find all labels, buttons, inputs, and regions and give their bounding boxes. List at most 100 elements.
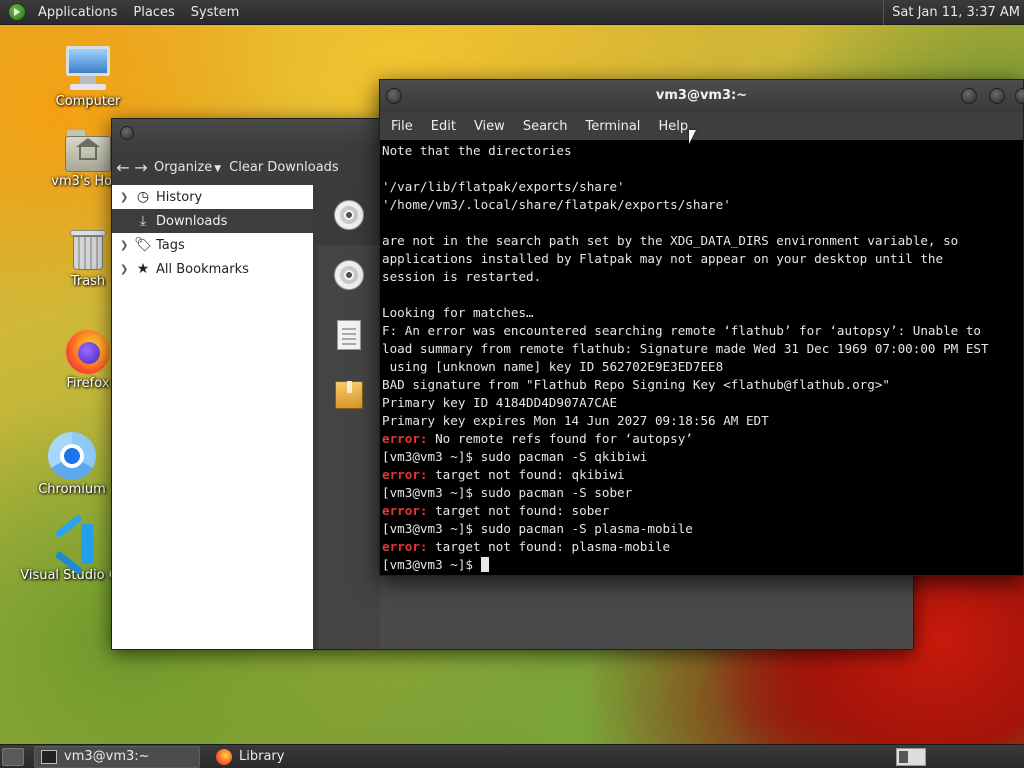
organize-button[interactable]: Organize ▼ bbox=[150, 160, 225, 175]
terminal-line: error: target not found: qkibiwi bbox=[382, 466, 1021, 484]
terminal-line: session is restarted. bbox=[382, 268, 1021, 286]
menu-search[interactable]: Search bbox=[514, 119, 577, 134]
package-icon bbox=[335, 381, 363, 409]
menu-file[interactable]: File bbox=[382, 119, 422, 134]
clear-downloads-button[interactable]: Clear Downloads bbox=[225, 160, 343, 175]
terminal-line-text: Primary key expires Mon 14 Jun 2027 09:1… bbox=[382, 413, 769, 428]
terminal-line-text: target not found: qkibiwi bbox=[427, 467, 625, 482]
download-item[interactable] bbox=[318, 305, 380, 365]
document-icon bbox=[337, 320, 361, 350]
terminal-line: Note that the directories bbox=[382, 142, 1021, 160]
terminal-line-text: Note that the directories bbox=[382, 143, 572, 158]
terminal-window: vm3@vm3:~ File Edit View Search Terminal… bbox=[379, 79, 1024, 576]
menu-edit[interactable]: Edit bbox=[422, 119, 465, 134]
task-label: Library bbox=[239, 749, 285, 764]
terminal-line: '/home/vm3/.local/share/flatpak/exports/… bbox=[382, 196, 1021, 214]
minimize-button[interactable] bbox=[961, 88, 977, 104]
terminal-line: Primary key ID 4184DD4D907A7CAE bbox=[382, 394, 1021, 412]
close-button[interactable] bbox=[1015, 88, 1024, 104]
menu-view[interactable]: View bbox=[465, 119, 514, 134]
download-item[interactable] bbox=[318, 245, 380, 305]
terminal-prompt-line: [vm3@vm3 ~]$ bbox=[382, 556, 1021, 574]
sidebar-item-tags[interactable]: ❯ 🏷 Tags bbox=[112, 233, 313, 257]
arrow-left-icon[interactable]: ← bbox=[114, 158, 132, 177]
bottom-taskbar: vm3@vm3:~ Library bbox=[0, 744, 1024, 768]
terminal-line: Looking for matches… bbox=[382, 304, 1021, 322]
terminal-line-text: Looking for matches… bbox=[382, 305, 534, 320]
gnome-foot-icon[interactable] bbox=[8, 3, 26, 21]
sidebar-item-label: History bbox=[156, 189, 203, 205]
terminal-line: load summary from remote flathub: Signat… bbox=[382, 340, 1021, 358]
terminal-prompt: [vm3@vm3 ~]$ bbox=[382, 557, 481, 572]
terminal-line-text: [vm3@vm3 ~]$ sudo pacman -S qkibiwi bbox=[382, 449, 648, 464]
terminal-line-text: Primary key ID 4184DD4D907A7CAE bbox=[382, 395, 618, 410]
sidebar-item-label: Tags bbox=[156, 237, 185, 253]
terminal-line-text: BAD signature from "Flathub Repo Signing… bbox=[382, 377, 890, 392]
terminal-line-text: [vm3@vm3 ~]$ sudo pacman -S sober bbox=[382, 485, 633, 500]
panel-clock[interactable]: Sat Jan 11, 3:37 AM bbox=[883, 0, 1024, 25]
terminal-menubar: File Edit View Search Terminal Help bbox=[380, 112, 1023, 140]
terminal-line: error: target not found: plasma-mobile bbox=[382, 538, 1021, 556]
expand-arrow-icon[interactable]: ❯ bbox=[120, 240, 134, 251]
terminal-line: Primary key expires Mon 14 Jun 2027 09:1… bbox=[382, 412, 1021, 430]
download-icon: ⤓ bbox=[139, 213, 147, 229]
menu-terminal[interactable]: Terminal bbox=[576, 119, 649, 134]
menu-system[interactable]: System bbox=[183, 5, 247, 20]
task-label: vm3@vm3:~ bbox=[64, 749, 150, 764]
desktop-icon-computer[interactable]: Computer bbox=[33, 46, 143, 109]
task-button-terminal[interactable]: vm3@vm3:~ bbox=[34, 745, 200, 768]
terminal-line-text: target not found: plasma-mobile bbox=[427, 539, 671, 554]
organize-label: Organize bbox=[154, 159, 213, 175]
expand-arrow-icon[interactable]: ❯ bbox=[120, 264, 134, 275]
terminal-output[interactable]: Note that the directories '/var/lib/flatp… bbox=[380, 141, 1023, 575]
menu-applications[interactable]: Applications bbox=[30, 5, 125, 20]
clock-icon: ◷ bbox=[136, 189, 150, 205]
firefox-icon bbox=[66, 330, 110, 374]
error-prefix: error: bbox=[382, 431, 428, 446]
task-button-library[interactable]: Library bbox=[210, 746, 290, 768]
sidebar-item-label: All Bookmarks bbox=[156, 261, 249, 277]
terminal-titlebar[interactable]: vm3@vm3:~ bbox=[380, 80, 1024, 112]
terminal-line: error: target not found: sober bbox=[382, 502, 1021, 520]
show-desktop-button[interactable] bbox=[2, 747, 24, 766]
top-panel: Applications Places System Sat Jan 11, 3… bbox=[0, 0, 1024, 25]
download-item[interactable] bbox=[318, 365, 380, 425]
sidebar-item-downloads[interactable]: ⤓ Downloads bbox=[112, 209, 313, 233]
terminal-line: error: No remote refs found for ‘autopsy… bbox=[382, 430, 1021, 448]
error-prefix: error: bbox=[382, 467, 428, 482]
terminal-line-text: session is restarted. bbox=[382, 269, 542, 284]
terminal-line: '/var/lib/flatpak/exports/share' bbox=[382, 178, 1021, 196]
sidebar-item-label: Downloads bbox=[156, 213, 228, 229]
expand-arrow-icon[interactable]: ❯ bbox=[120, 192, 134, 203]
terminal-line-text: applications installed by Flatpak may no… bbox=[382, 251, 944, 266]
error-prefix: error: bbox=[382, 539, 428, 554]
arrow-right-icon[interactable]: → bbox=[132, 158, 150, 177]
sidebar-item-history[interactable]: ❯ ◷ History bbox=[112, 185, 313, 209]
sidebar-item-all-bookmarks[interactable]: ❯ ★ All Bookmarks bbox=[112, 257, 313, 281]
star-icon: ★ bbox=[136, 261, 150, 277]
maximize-button[interactable] bbox=[989, 88, 1005, 104]
terminal-line-text: [vm3@vm3 ~]$ sudo pacman -S plasma-mobil… bbox=[382, 521, 693, 536]
terminal-line-text: F: An error was encountered searching re… bbox=[382, 323, 981, 338]
menu-places[interactable]: Places bbox=[125, 5, 182, 20]
terminal-line: [vm3@vm3 ~]$ sudo pacman -S sober bbox=[382, 484, 1021, 502]
window-menu-button[interactable] bbox=[386, 88, 402, 104]
terminal-line-text: target not found: sober bbox=[427, 503, 610, 518]
window-title: vm3@vm3:~ bbox=[655, 88, 748, 103]
vscode-icon bbox=[51, 514, 95, 575]
terminal-line: using [unknown name] key ID 562702E9E3ED… bbox=[382, 358, 1021, 376]
tag-icon: 🏷 bbox=[134, 237, 152, 253]
download-item[interactable] bbox=[318, 185, 380, 245]
terminal-icon bbox=[41, 749, 57, 764]
firefox-icon bbox=[216, 748, 232, 765]
window-menu-button[interactable] bbox=[120, 126, 134, 140]
workspace-switcher[interactable] bbox=[896, 747, 926, 766]
trash-icon bbox=[70, 228, 106, 272]
chevron-down-icon: ▼ bbox=[214, 163, 222, 174]
terminal-line: [vm3@vm3 ~]$ sudo pacman -S qkibiwi bbox=[382, 448, 1021, 466]
terminal-line-text: '/home/vm3/.local/share/flatpak/exports/… bbox=[382, 197, 731, 212]
terminal-line: F: An error was encountered searching re… bbox=[382, 322, 1021, 340]
